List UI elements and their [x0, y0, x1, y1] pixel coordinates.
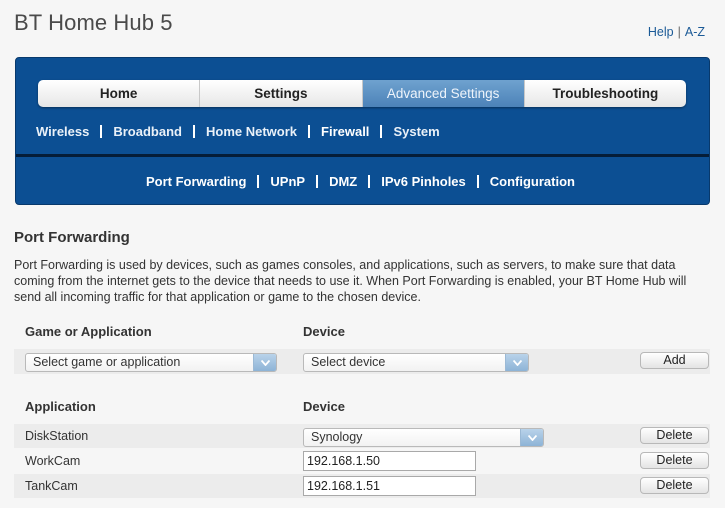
subnav2-ipv6-pinholes[interactable]: IPv6 Pinholes: [381, 174, 466, 189]
section-title: Port Forwarding: [14, 229, 130, 246]
subnav2-divider: [316, 175, 319, 188]
chevron-down-icon: [505, 354, 528, 371]
device-select[interactable]: Select device: [303, 353, 529, 372]
subnav-broadband[interactable]: Broadband: [113, 124, 182, 139]
subnav-system[interactable]: System: [393, 124, 439, 139]
subnav-wireless[interactable]: Wireless: [36, 124, 89, 139]
row-device-value: Synology: [311, 430, 363, 444]
main-tabs: Home Settings Advanced Settings Troubles…: [38, 80, 686, 107]
subnav-firewall[interactable]: Firewall: [321, 124, 369, 139]
subnav2-dmz[interactable]: DMZ: [329, 174, 357, 189]
delete-button[interactable]: Delete: [640, 452, 709, 469]
firewall-subnav: Port Forwarding UPnP DMZ IPv6 Pinholes C…: [146, 174, 575, 189]
a-z-link[interactable]: A-Z: [685, 25, 705, 39]
row-app-name: DiskStation: [25, 429, 89, 443]
navigation-panel: Home Settings Advanced Settings Troubles…: [15, 57, 710, 205]
table-row: TankCam 192.168.1.51 Delete: [14, 474, 710, 498]
table-col-device-header: Device: [303, 399, 345, 414]
subnav-separator-bar: [16, 154, 709, 157]
subnav2-upnp[interactable]: UPnP: [270, 174, 305, 189]
help-separator: |: [677, 25, 681, 39]
advanced-subnav: Wireless Broadband Home Network Firewall…: [36, 124, 440, 139]
subnav2-divider: [476, 175, 479, 188]
add-row: Select game or application Select device…: [14, 349, 710, 374]
subnav-divider: [308, 125, 311, 138]
row-device-ip-input[interactable]: 192.168.1.51: [303, 476, 476, 496]
app-select-value: Select game or application: [33, 355, 181, 369]
add-button[interactable]: Add: [640, 352, 709, 369]
chevron-down-icon: [253, 354, 276, 371]
tab-troubleshooting[interactable]: Troubleshooting: [524, 80, 686, 107]
row-app-name: TankCam: [25, 479, 78, 493]
help-links: Help | A-Z: [648, 25, 705, 39]
table-row: DiskStation Synology Delete: [14, 424, 710, 448]
table-row: WorkCam 192.168.1.50 Delete: [14, 449, 710, 473]
row-device-ip-input[interactable]: 192.168.1.50: [303, 451, 476, 471]
subnav2-configuration[interactable]: Configuration: [490, 174, 575, 189]
tab-settings[interactable]: Settings: [200, 80, 363, 107]
add-col-app-header: Game or Application: [25, 324, 152, 339]
add-col-device-header: Device: [303, 324, 345, 339]
table-col-app-header: Application: [25, 399, 96, 414]
delete-button[interactable]: Delete: [640, 427, 709, 444]
help-link[interactable]: Help: [648, 25, 674, 39]
subnav-home-network[interactable]: Home Network: [206, 124, 297, 139]
page-title: BT Home Hub 5: [14, 10, 173, 35]
subnav-divider: [192, 125, 195, 138]
subnav-divider: [380, 125, 383, 138]
subnav2-divider: [257, 175, 260, 188]
device-select-value: Select device: [311, 355, 386, 369]
app-select[interactable]: Select game or application: [25, 353, 277, 372]
tab-home[interactable]: Home: [38, 80, 201, 107]
subnav-divider: [100, 125, 103, 138]
tab-advanced-settings[interactable]: Advanced Settings: [362, 80, 525, 107]
delete-button[interactable]: Delete: [640, 477, 709, 494]
chevron-down-icon: [520, 429, 543, 446]
subnav2-port-forwarding[interactable]: Port Forwarding: [146, 174, 246, 189]
section-description: Port Forwarding is used by devices, such…: [14, 258, 687, 304]
subnav2-divider: [368, 175, 371, 188]
row-app-name: WorkCam: [25, 454, 81, 468]
row-device-select[interactable]: Synology: [303, 428, 544, 447]
